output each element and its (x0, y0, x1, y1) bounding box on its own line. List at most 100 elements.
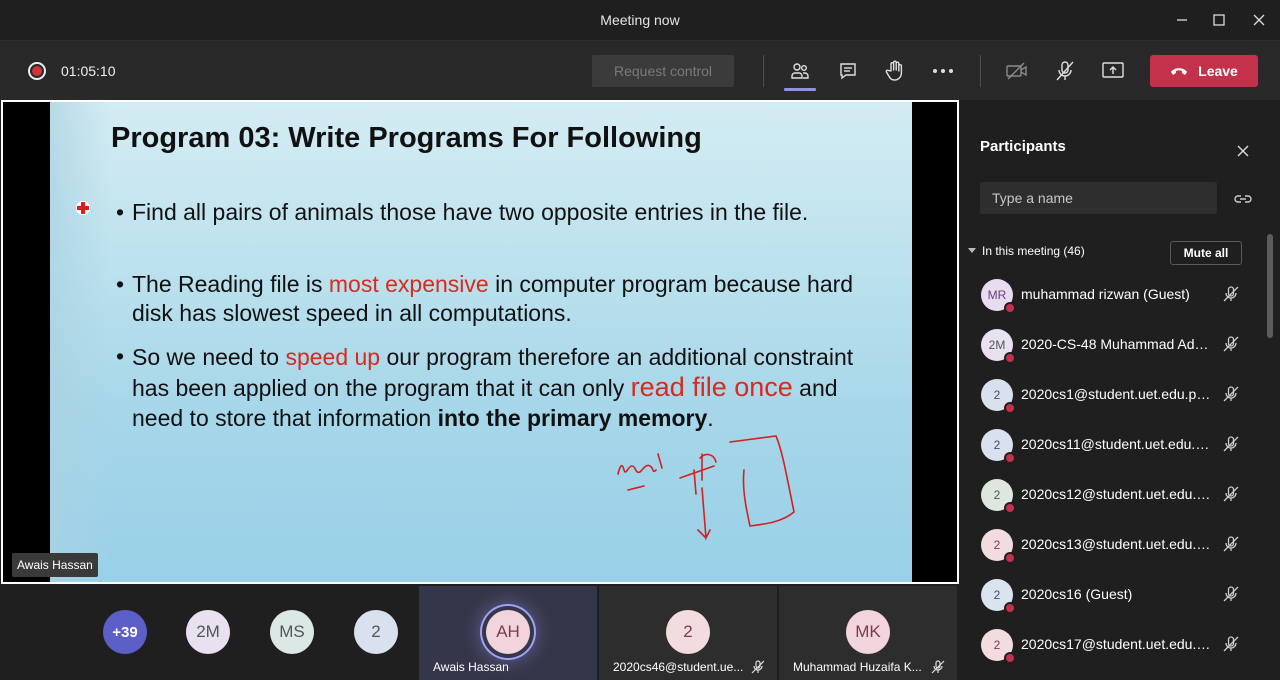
slide-bullet-1: • Find all pairs of animals those have t… (116, 198, 876, 227)
status-badge (1004, 402, 1016, 414)
minimize-button[interactable] (1170, 8, 1194, 32)
video-tile[interactable]: 2 2020cs46@student.ue... (599, 586, 777, 680)
participant-row[interactable]: 2 2020cs11@student.uet.edu.p... (960, 418, 1265, 468)
close-window-button[interactable] (1247, 8, 1271, 32)
slide-title: Program 03: Write Programs For Following (111, 122, 702, 154)
mic-off-icon (1223, 386, 1239, 402)
slide-bullet-2: • The Reading file is most expensive in … (116, 270, 876, 328)
presentation-slide: Program 03: Write Programs For Following… (50, 102, 912, 582)
in-meeting-section-toggle[interactable]: In this meeting (46) (968, 244, 1085, 258)
share-content-button[interactable] (1097, 55, 1129, 87)
avatar: MK (846, 610, 890, 654)
maximize-icon (1213, 14, 1225, 26)
recording-icon (28, 62, 46, 80)
mic-off-icon (1223, 486, 1239, 502)
show-chat-button[interactable] (832, 55, 864, 87)
participant-name: 2020cs17@student.uet.edu.p... (1021, 636, 1211, 652)
window-title: Meeting now (600, 12, 680, 28)
leave-label: Leave (1198, 63, 1238, 79)
avatar: AH (486, 610, 530, 654)
avatar-initials: 2 (993, 538, 1001, 552)
bullet-marker: • (116, 271, 125, 297)
share-screen-icon (1102, 62, 1124, 78)
mute-all-button[interactable]: Mute all (1170, 241, 1242, 265)
status-badge (1004, 602, 1016, 614)
section-title: In this meeting (46) (982, 244, 1085, 258)
tile-name: 2020cs46@student.ue... (613, 660, 744, 674)
more-participants-button[interactable]: +39 (103, 610, 147, 654)
participant-row[interactable]: 2 2020cs1@student.uet.edu.pk ... (960, 368, 1265, 418)
participant-search-input[interactable] (980, 182, 1217, 214)
participant-row[interactable]: 2 2020cs12@student.uet.edu.p... (960, 468, 1265, 518)
avatar: 2 (981, 629, 1016, 664)
share-invite-link-icon[interactable] (1233, 189, 1253, 209)
chevron-down-icon (968, 248, 976, 253)
avatar: MR (981, 279, 1016, 314)
more-icon (933, 69, 953, 73)
bullet-text: The Reading file is most expensive in co… (132, 271, 854, 326)
bold-text: into the primary memory (437, 405, 708, 431)
active-tab-indicator (784, 88, 816, 91)
show-participants-button[interactable] (784, 55, 816, 87)
participant-row[interactable]: MR muhammad rizwan (Guest) (960, 268, 1265, 318)
mic-off-icon (1223, 536, 1239, 552)
camera-toggle-button[interactable] (1001, 55, 1033, 87)
mic-off-icon (931, 660, 945, 674)
status-badge (1004, 502, 1016, 514)
status-badge (1004, 352, 1016, 364)
ink-annotation (617, 435, 795, 541)
participant-row[interactable]: 2 2020cs17@student.uet.edu.p... (960, 618, 1265, 668)
avatar: 2 (981, 379, 1016, 414)
avatar-initials: 2 (993, 388, 1001, 402)
avatar: 2 (981, 529, 1016, 564)
avatar[interactable]: MS (270, 610, 314, 654)
laser-pointer-icon (76, 201, 90, 215)
phone-hangup-icon (1171, 68, 1188, 75)
participant-row[interactable]: 2 2020cs13@student.uet.edu.p... (960, 518, 1265, 568)
participant-name: 2020cs12@student.uet.edu.p... (1021, 486, 1211, 502)
mic-off-icon (1223, 636, 1239, 652)
highlight-text: most expensive (328, 271, 489, 297)
mic-off-icon (1056, 61, 1074, 81)
tile-name: Muhammad Huzaifa K... (793, 660, 922, 674)
tile-name: Awais Hassan (433, 660, 509, 674)
shared-screen[interactable]: Program 03: Write Programs For Following… (1, 100, 959, 584)
participant-name: 2020cs11@student.uet.edu.p... (1021, 436, 1211, 452)
toolbar-divider (980, 55, 981, 87)
raise-hand-button[interactable] (879, 55, 911, 87)
video-tile[interactable]: MK Muhammad Huzaifa K... (779, 586, 957, 680)
avatar-initials: MR (987, 288, 1007, 302)
bullet-marker: • (116, 343, 125, 369)
avatar[interactable]: 2 (354, 610, 398, 654)
video-tile-speaking[interactable]: AH Awais Hassan (419, 586, 597, 680)
slide-decoration (50, 102, 110, 582)
avatar-initials: 2 (993, 638, 1001, 652)
participant-name: 2020cs1@student.uet.edu.pk ... (1021, 386, 1211, 402)
maximize-button[interactable] (1207, 8, 1231, 32)
people-icon (791, 63, 809, 79)
presenter-name-label: Awais Hassan (12, 553, 98, 577)
meeting-toolbar: 01:05:10 Request control Leave (0, 40, 1280, 100)
avatar: 2M (981, 329, 1016, 364)
leave-button[interactable]: Leave (1150, 55, 1258, 87)
meeting-timer: 01:05:10 (61, 63, 116, 79)
bullet-text: Find all pairs of animals those have two… (132, 199, 809, 225)
participant-name: 2020-CS-48 Muhammad Ade... (1021, 336, 1211, 352)
more-actions-button[interactable] (927, 55, 959, 87)
avatar-initials: 2 (993, 488, 1001, 502)
participant-row[interactable]: 2 2020cs16 (Guest) (960, 568, 1265, 618)
request-control-button[interactable]: Request control (592, 55, 734, 87)
participant-name: 2020cs13@student.uet.edu.p... (1021, 536, 1211, 552)
mic-toggle-button[interactable] (1049, 55, 1081, 87)
close-panel-button[interactable] (1232, 140, 1254, 162)
panel-scrollbar[interactable] (1267, 234, 1273, 338)
participant-gallery: +39 2M MS 2 AH Awais Hassan 2 2020cs46@s… (0, 586, 960, 680)
avatar[interactable]: 2M (186, 610, 230, 654)
camera-off-icon (1006, 62, 1027, 80)
participant-row[interactable]: 2M 2020-CS-48 Muhammad Ade... (960, 318, 1265, 368)
raise-hand-icon (885, 60, 903, 81)
avatar-initials: 2 (993, 588, 1001, 602)
mic-off-icon (751, 660, 765, 674)
close-icon (1253, 14, 1265, 26)
mic-off-icon (1223, 286, 1239, 302)
